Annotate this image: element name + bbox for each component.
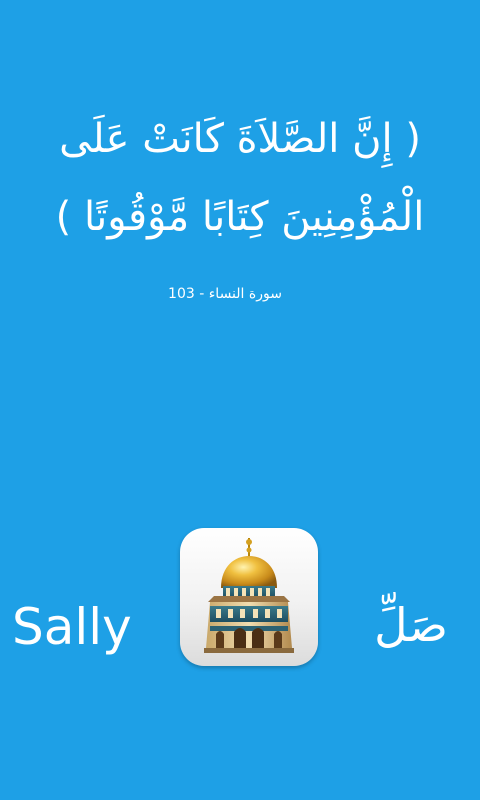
verse-line-1: ( إِنَّ الصَّلاَةَ كَانَتْ عَلَى (59, 116, 421, 162)
app-icon-button[interactable] (180, 528, 318, 666)
app-name-arabic: صَلِّ (374, 598, 448, 652)
verse-line-2: الْمُؤْمِنِينَ كِتَابًا مَّوْقُوتًا ) (55, 194, 425, 240)
verse-reference: سورة النساء - 103 (168, 286, 282, 302)
app-name-english: Sally (12, 598, 132, 656)
mosque-dome-icon (204, 538, 294, 653)
verse-text: ( إِنَّ الصَّلاَةَ كَانَتْ عَلَى الْمُؤْ… (0, 100, 480, 256)
